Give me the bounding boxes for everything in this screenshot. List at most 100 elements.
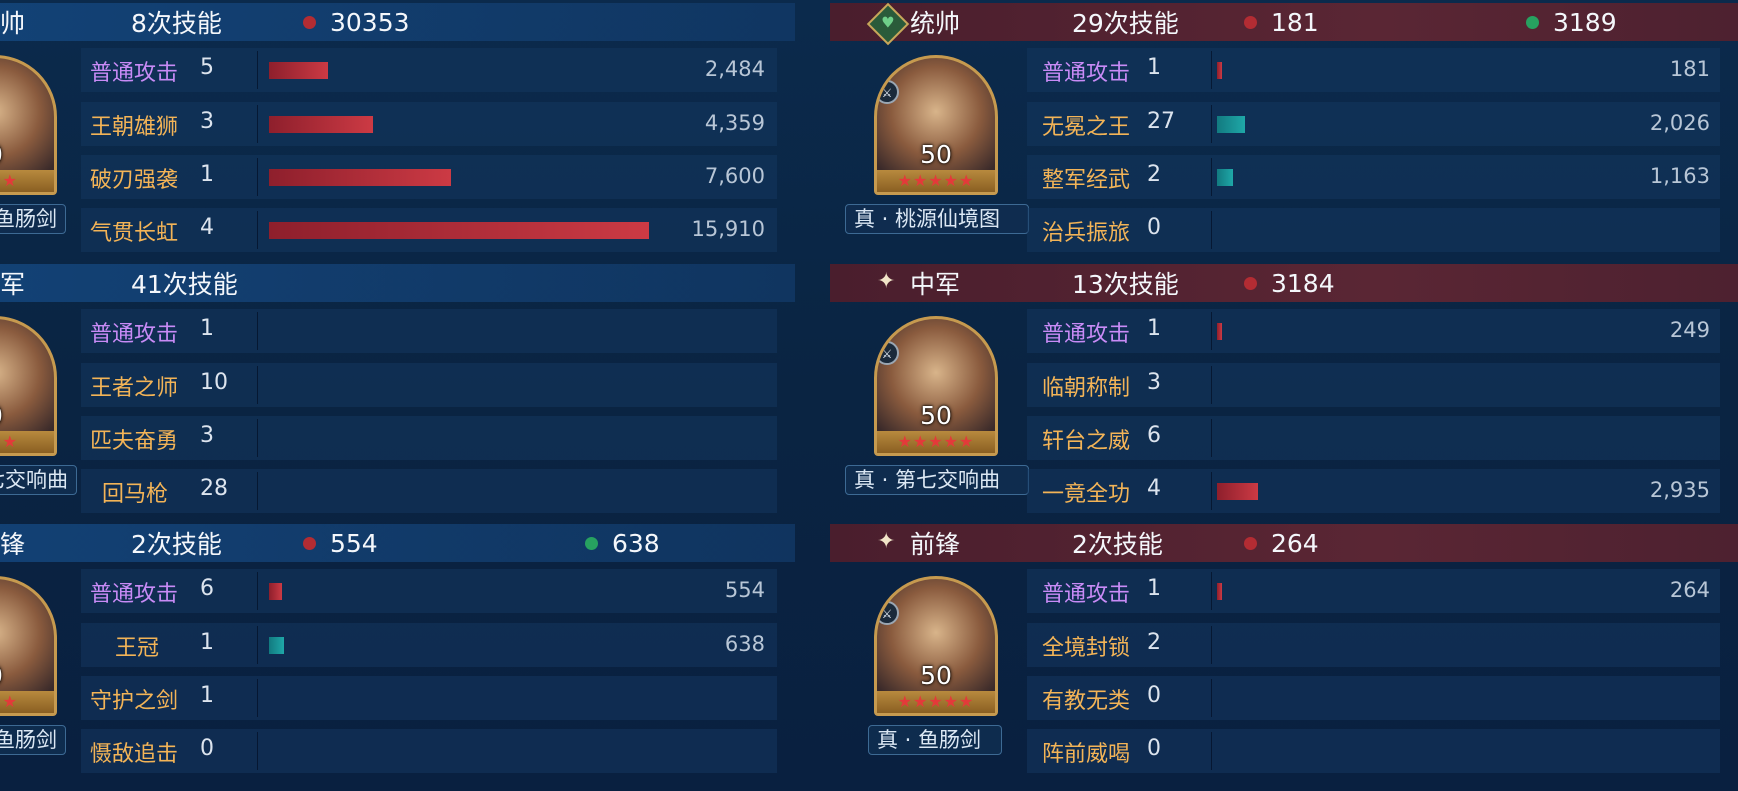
skill-name: 临朝称制	[1042, 376, 1131, 401]
hero-level: 0	[0, 401, 54, 430]
heal-value: 638	[612, 528, 660, 558]
skill-row: 普通攻击 1 249	[1027, 309, 1720, 353]
skill-row: 治兵振旅 0	[1027, 208, 1720, 252]
skill-name: 整军经武	[1042, 168, 1131, 193]
hero-portrait[interactable]: ⚔ 50 ★★★★★	[874, 316, 998, 456]
troop-type-icon: ⚔	[877, 80, 899, 104]
row-divider	[1211, 472, 1212, 510]
red-dot-icon	[1244, 276, 1257, 290]
star-rating: ★★★	[0, 691, 54, 713]
damage-number: 15,910	[691, 217, 765, 241]
skill-count: 29次技能	[1072, 9, 1179, 38]
damage-stat: 30353	[303, 8, 410, 37]
damage-value: 3184	[1271, 268, 1335, 298]
skill-times: 27	[1147, 109, 1175, 134]
skill-name: 普通攻击	[90, 582, 179, 607]
equipment-tag[interactable]: 真 · 桃源仙境图	[845, 204, 1029, 234]
row-divider	[1211, 158, 1212, 196]
hero-portrait[interactable]: 0★★★	[0, 55, 57, 195]
role-label: 统帅	[910, 9, 961, 38]
group-header: 军 41次技能	[0, 264, 795, 302]
row-divider	[1211, 732, 1212, 770]
skill-name: 一竟全功	[1042, 482, 1131, 507]
heart-diamond-icon: ♥	[866, 2, 910, 46]
damage-number: 2,484	[704, 57, 765, 81]
damage-bar	[269, 637, 284, 654]
skill-name: 匹夫奋勇	[90, 429, 179, 454]
heart-icon: ♥	[881, 13, 895, 32]
skill-times: 2	[1147, 630, 1161, 655]
skill-name: 王朝雄狮	[90, 115, 179, 140]
row-divider	[257, 366, 258, 404]
row-divider	[257, 312, 258, 350]
skill-row: 王者之师 10	[81, 363, 777, 407]
skill-name: 守护之剑	[90, 689, 179, 714]
skill-times: 0	[200, 736, 214, 761]
damage-value: 30353	[330, 7, 410, 37]
equipment-tag[interactable]: 鱼肠剑	[0, 725, 66, 755]
damage-value: 264	[1271, 528, 1319, 558]
skill-name: 普通攻击	[90, 61, 179, 86]
role-label: 锋	[0, 530, 26, 559]
damage-number: 2,026	[1649, 111, 1710, 135]
skill-times: 1	[1147, 576, 1161, 601]
equipment-tag[interactable]: 真 · 鱼肠剑	[868, 725, 1002, 755]
skill-count: 41次技能	[131, 270, 238, 299]
row-divider	[257, 419, 258, 457]
row-divider	[1211, 312, 1212, 350]
skill-times: 6	[200, 576, 214, 601]
damage-bar	[1217, 169, 1233, 186]
star-rating: ★★★	[0, 431, 54, 453]
skill-row: 普通攻击 1 181	[1027, 48, 1720, 92]
skill-times: 3	[200, 423, 214, 448]
star-rating: ★★★★★	[877, 431, 995, 453]
hero-portrait[interactable]: ⚔ 50 ★★★★★	[874, 55, 998, 195]
skill-times: 2	[1147, 162, 1161, 187]
hero-portrait[interactable]: ⚔ 50 ★★★★★	[874, 576, 998, 716]
equipment-tag[interactable]: 鱼肠剑	[0, 204, 66, 234]
skill-row: 普通攻击 5 2,484	[81, 48, 777, 92]
row-divider	[1211, 51, 1212, 89]
group-header: 锋 2次技能 554 638	[0, 524, 795, 562]
damage-number: 7,600	[704, 164, 765, 188]
red-dot-icon	[1244, 536, 1257, 550]
damage-bar	[1217, 583, 1222, 600]
skill-row: 有教无类 0	[1027, 676, 1720, 720]
skill-row: 整军经武 2 1,163	[1027, 155, 1720, 199]
heal-value: 3189	[1553, 7, 1617, 37]
equipment-tag[interactable]: 真 · 第七交响曲	[845, 465, 1029, 495]
skill-row: 普通攻击 6 554	[81, 569, 777, 613]
skill-times: 6	[1147, 423, 1161, 448]
squad-group: ✦ 中军 13次技能 3184 ⚔ 50 ★★★★★ 真 · 第七交响曲 普通攻击 1 249 临朝称…	[830, 261, 1738, 517]
equipment-tag[interactable]: 七交响曲	[0, 465, 77, 495]
damage-bar	[269, 222, 649, 239]
damage-bar	[1217, 116, 1245, 133]
skill-name: 回马枪	[102, 482, 169, 507]
row-divider	[1211, 679, 1212, 717]
squad-group: 锋2次技能5546380★★★鱼肠剑普通攻击6554王冠1638守护之剑1慑敌追…	[0, 521, 795, 777]
skill-count: 2次技能	[1072, 530, 1163, 559]
skill-name: 阵前威喝	[1042, 742, 1131, 767]
skill-name: 轩台之威	[1042, 429, 1131, 454]
hero-level: 0	[0, 661, 54, 690]
row-divider	[257, 472, 258, 510]
hero-portrait[interactable]: 0★★★	[0, 576, 57, 716]
damage-number: 1,163	[1649, 164, 1710, 188]
hero-portrait[interactable]: 0★★★	[0, 316, 57, 456]
damage-bar	[269, 62, 328, 79]
skill-row: 守护之剑 1	[81, 676, 777, 720]
red-dot-icon	[303, 536, 316, 550]
skill-name: 王者之师	[90, 376, 179, 401]
damage-bar	[269, 583, 282, 600]
skill-name: 无冕之王	[1042, 115, 1131, 140]
row-divider	[257, 158, 258, 196]
role-label: 中军	[910, 270, 961, 299]
right-team-panel: ♥ 统帅 29次技能 181 3189 ⚔ 50 ★★★★★ 真 · 桃源仙境图 普通攻击 1 181…	[830, 0, 1738, 791]
damage-bar	[1217, 62, 1222, 79]
skill-times: 3	[200, 109, 214, 134]
skill-name: 气贯长虹	[90, 221, 179, 246]
skill-row: 王冠 1 638	[81, 623, 777, 667]
hero-level: 0	[0, 140, 54, 169]
skill-row: 气贯长虹 4 15,910	[81, 208, 777, 252]
damage-bar	[1217, 483, 1258, 500]
